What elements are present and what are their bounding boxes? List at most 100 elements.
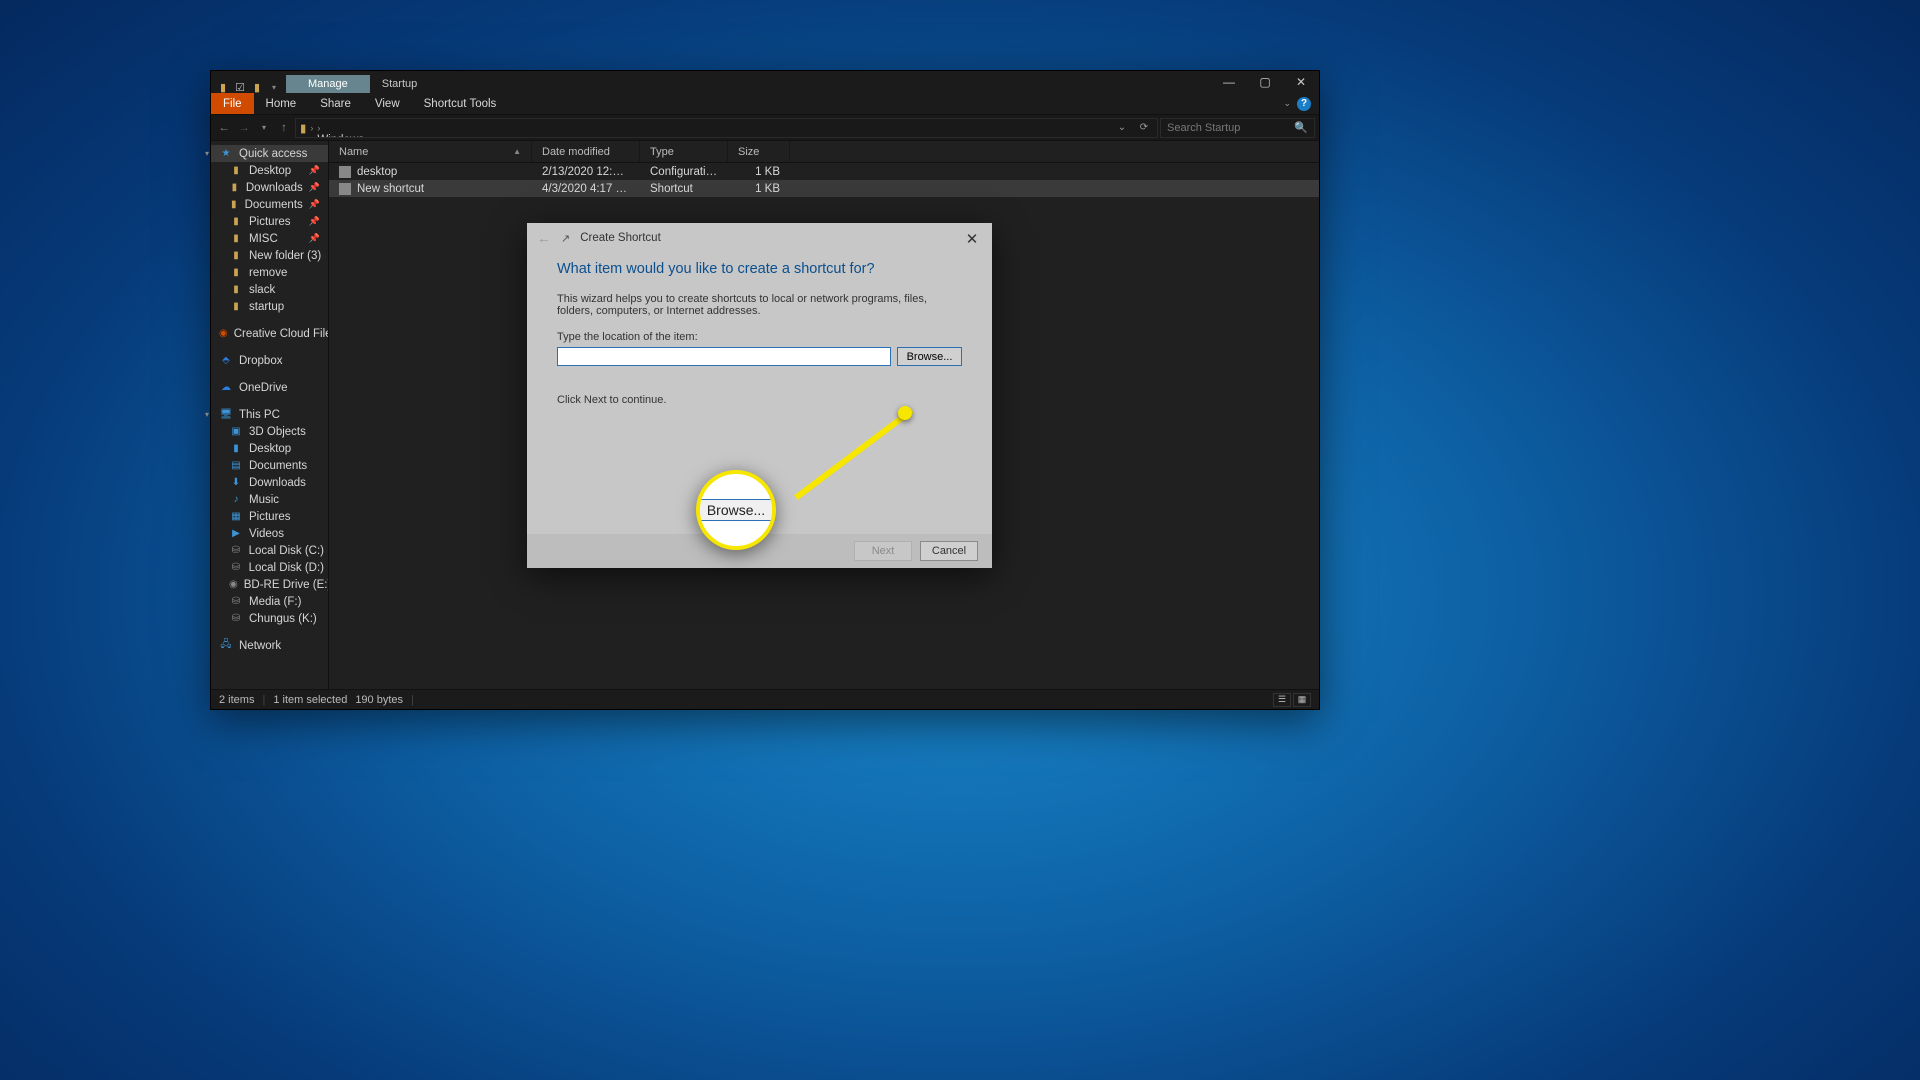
location-input[interactable] [557, 347, 891, 366]
nav-item[interactable]: ◉Creative Cloud Files [211, 325, 328, 342]
icons-view-button[interactable]: ▦ [1293, 693, 1311, 707]
nav-item-label: Desktop [249, 165, 291, 177]
file-name: desktop [357, 166, 397, 178]
nav-item[interactable]: ▮Desktop [211, 440, 328, 457]
column-size[interactable]: Size [728, 141, 790, 162]
file-tab[interactable]: File [211, 93, 254, 114]
onedrive-icon: ☁ [219, 382, 233, 393]
nav-item-label: OneDrive [239, 382, 288, 394]
nav-item[interactable]: ▾🖥This PC [211, 406, 328, 423]
up-button[interactable]: ↑ [275, 122, 293, 134]
nav-item[interactable]: ▦Pictures [211, 508, 328, 525]
nav-item[interactable]: ▶Videos [211, 525, 328, 542]
file-name: New shortcut [357, 183, 424, 195]
nav-item[interactable]: ⬘Dropbox [211, 352, 328, 369]
folder-icon: ▮ [229, 233, 243, 244]
nav-item[interactable]: ⛁Local Disk (C:) [211, 542, 328, 559]
sort-ascending-icon: ▲ [513, 147, 521, 156]
nav-item[interactable]: ▮remove [211, 264, 328, 281]
nav-item[interactable]: ▮startup [211, 298, 328, 315]
nav-item[interactable]: ▤Documents [211, 457, 328, 474]
status-selection: 1 item selected [273, 694, 347, 706]
cancel-button[interactable]: Cancel [920, 541, 978, 561]
new-folder-icon[interactable]: ▮ [251, 81, 263, 93]
dialog-back-icon[interactable]: ← [537, 230, 551, 246]
nav-item[interactable]: ▮Pictures📌 [211, 213, 328, 230]
folder-icon: ⬇ [229, 477, 243, 488]
nav-item[interactable]: ⬇Downloads [211, 474, 328, 491]
nav-item[interactable]: ⛁Media (F:) [211, 593, 328, 610]
nav-item[interactable]: ♪Music [211, 491, 328, 508]
address-bar[interactable]: ▮ › jd laukkonen › AppData › Roaming › M… [295, 118, 1158, 138]
search-placeholder: Search Startup [1167, 122, 1240, 134]
manage-context-tab[interactable]: Manage [286, 75, 370, 93]
refresh-icon[interactable]: ⟳ [1135, 122, 1153, 133]
status-bar: 2 items | 1 item selected 190 bytes | ☰ … [211, 689, 1319, 709]
nav-item-label: Creative Cloud Files [234, 328, 329, 340]
shortcut-tools-tab[interactable]: Shortcut Tools [412, 93, 509, 114]
view-tab[interactable]: View [363, 93, 412, 114]
nav-item[interactable]: ▾★Quick access [211, 145, 328, 162]
column-name[interactable]: Name▲ [329, 141, 532, 162]
nav-item[interactable]: ⛁Chungus (K:) [211, 610, 328, 627]
nav-item[interactable]: ▮ New folder (3) [211, 247, 328, 264]
dialog-close-button[interactable]: ✕ [960, 229, 984, 249]
next-button[interactable]: Next [854, 541, 912, 561]
pin-icon: 📌 [309, 165, 324, 176]
qat-dropdown-icon[interactable]: ▾ [268, 81, 280, 93]
ribbon-expand-icon[interactable]: ⌄ [1283, 98, 1291, 109]
navigation-pane: ▾★Quick access▮Desktop📌▮Downloads📌▮Docum… [211, 141, 329, 689]
maximize-button[interactable]: ▢ [1247, 71, 1283, 93]
address-dropdown-icon[interactable]: ⌄ [1113, 122, 1131, 133]
file-row[interactable]: New shortcut4/3/2020 4:17 PMShortcut1 KB [329, 180, 1319, 197]
minimize-button[interactable]: — [1211, 71, 1247, 93]
details-view-button[interactable]: ☰ [1273, 693, 1291, 707]
nav-item[interactable]: ⛁Local Disk (D:) [211, 559, 328, 576]
back-button[interactable]: ← [215, 122, 233, 134]
nav-item-label: Dropbox [239, 355, 282, 367]
continue-hint: Click Next to continue. [557, 394, 962, 406]
nav-item-label: Documents [249, 460, 307, 472]
file-size: 1 KB [728, 166, 790, 178]
help-icon[interactable]: ? [1297, 97, 1311, 111]
folder-icon: ▮ [229, 443, 243, 454]
nav-item[interactable]: ▮Downloads📌 [211, 179, 328, 196]
browse-button[interactable]: Browse... [897, 347, 962, 366]
home-tab[interactable]: Home [254, 93, 309, 114]
nav-item-label: New folder (3) [249, 250, 321, 262]
network-icon: 🖧 [219, 640, 233, 651]
nav-item-label: BD-RE Drive (E:) GG [244, 579, 329, 591]
nav-item[interactable]: ▮slack [211, 281, 328, 298]
column-date[interactable]: Date modified [532, 141, 640, 162]
breadcrumb-segment[interactable]: Microsoft [317, 118, 382, 122]
recent-dropdown-icon[interactable]: ▾ [255, 123, 273, 132]
dialog-description: This wizard helps you to create shortcut… [557, 293, 962, 317]
breadcrumb-segment[interactable]: Windows [317, 134, 382, 138]
folder-icon: ◉ [229, 579, 238, 590]
nav-item[interactable]: ▮Documents📌 [211, 196, 328, 213]
share-tab[interactable]: Share [308, 93, 363, 114]
search-icon: 🔍 [1294, 121, 1308, 134]
file-row[interactable]: desktop2/13/2020 12:08 PMConfiguration s… [329, 163, 1319, 180]
nav-item[interactable]: ▮MISC📌 [211, 230, 328, 247]
quick-access-icon: ★ [219, 148, 233, 159]
column-type[interactable]: Type [640, 141, 728, 162]
window-title: Startup [370, 75, 429, 93]
folder-icon: ▮ [229, 267, 243, 278]
nav-item[interactable]: ▣3D Objects [211, 423, 328, 440]
properties-icon[interactable]: ☑ [234, 81, 246, 93]
close-button[interactable]: ✕ [1283, 71, 1319, 93]
nav-item[interactable]: ▮Desktop📌 [211, 162, 328, 179]
folder-icon: ▮ [217, 81, 229, 93]
nav-item-label: 3D Objects [249, 426, 306, 438]
nav-item-label: Quick access [239, 148, 307, 160]
folder-icon: ▮ [229, 250, 243, 261]
file-type: Shortcut [640, 183, 728, 195]
nav-item-label: Local Disk (D:) [249, 562, 324, 574]
nav-item[interactable]: ◉ BD-RE Drive (E:) GG [211, 576, 328, 593]
search-input[interactable]: Search Startup 🔍 [1160, 118, 1315, 138]
folder-icon: ⛁ [229, 613, 243, 624]
nav-item[interactable]: ☁ OneDrive [211, 379, 328, 396]
nav-item[interactable]: 🖧Network [211, 637, 328, 654]
forward-button[interactable]: → [235, 122, 253, 134]
